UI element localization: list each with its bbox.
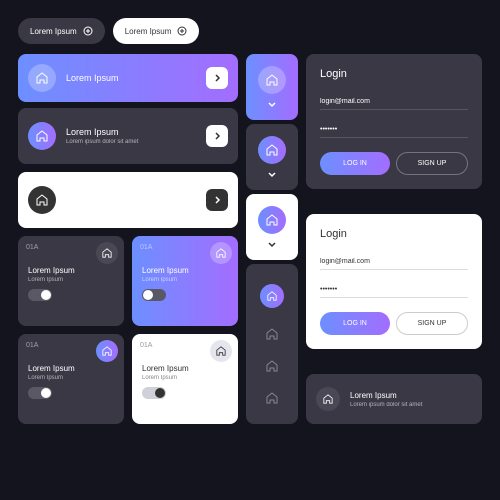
chevron-right-icon — [213, 74, 221, 82]
pill-label: Lorem Ipsum — [125, 27, 172, 36]
toggle[interactable] — [28, 289, 52, 301]
home-icon-circle[interactable] — [260, 284, 284, 308]
card-sub: Lorem ipsum dolor sit amet — [66, 203, 138, 209]
card-title: Lorem Ipsum — [28, 364, 114, 373]
card-title: Lorem Ipsum — [66, 127, 138, 137]
icon-tile-gradient[interactable] — [246, 54, 298, 120]
signup-button[interactable]: SIGN UP — [396, 312, 468, 335]
tag: 01A — [26, 244, 38, 251]
chevron-box[interactable] — [206, 67, 228, 89]
pill-dark[interactable]: Lorem Ipsum — [18, 18, 105, 44]
home-icon-circle — [210, 242, 232, 264]
home-icon-circle — [28, 122, 56, 150]
login-button[interactable]: LOG IN — [320, 312, 390, 335]
tag: 01A — [140, 342, 152, 349]
login-card-light: Login LOG IN SIGN UP — [306, 214, 482, 349]
card-sub: Lorem Ipsum — [28, 375, 114, 381]
pill-light[interactable]: Lorem Ipsum — [113, 18, 200, 44]
toggle[interactable] — [142, 289, 166, 301]
home-icon — [266, 74, 278, 86]
feature-card[interactable]: 01A Lorem Ipsum Lorem Ipsum — [18, 334, 124, 424]
card-sub: Lorem ipsum dolor sit amet — [350, 402, 422, 408]
home-icon[interactable] — [266, 392, 278, 404]
login-title: Login — [320, 228, 468, 240]
home-icon-circle — [258, 66, 286, 94]
home-icon-circle — [28, 64, 56, 92]
toggle[interactable] — [142, 387, 166, 399]
home-icon — [36, 72, 48, 84]
home-icon — [102, 248, 112, 258]
card-sub: Lorem Ipsum — [142, 277, 228, 283]
card-title: Lorem Ipsum — [350, 391, 422, 400]
login-card-dark: Login LOG IN SIGN UP — [306, 54, 482, 189]
wide-card-dark[interactable]: Lorem Ipsum Lorem ipsum dolor sit amet — [18, 108, 238, 164]
home-icon-circle — [258, 136, 286, 164]
chevron-box[interactable] — [206, 125, 228, 147]
home-icon-circle — [96, 340, 118, 362]
chevron-right-icon — [213, 132, 221, 140]
card-title: Lorem Ipsum — [66, 73, 119, 83]
tag: 01A — [140, 244, 152, 251]
wide-card-gradient[interactable]: Lorem Ipsum — [18, 54, 238, 102]
home-icon — [36, 194, 48, 206]
card-title: Lorem Ipsum — [66, 191, 138, 201]
home-icon-circle — [258, 206, 286, 234]
feature-card[interactable]: 01A Lorem Ipsum Lorem Ipsum — [132, 236, 238, 326]
signup-button[interactable]: SIGN UP — [396, 152, 468, 175]
home-icon — [216, 346, 226, 356]
feature-card[interactable]: 01A Lorem Ipsum Lorem Ipsum — [18, 236, 124, 326]
card-sub: Lorem Ipsum — [142, 375, 228, 381]
home-icon — [266, 144, 278, 156]
plus-circle-icon — [177, 26, 187, 36]
home-icon — [323, 394, 333, 404]
chevron-down-icon — [268, 100, 276, 108]
card-sub: Lorem Ipsum — [28, 277, 114, 283]
home-icon — [267, 291, 277, 301]
login-button[interactable]: LOG IN — [320, 152, 390, 175]
login-title: Login — [320, 68, 468, 80]
password-field[interactable] — [320, 122, 468, 138]
password-field[interactable] — [320, 282, 468, 298]
email-field[interactable] — [320, 254, 468, 270]
wide-card-light[interactable]: Lorem Ipsum Lorem ipsum dolor sit amet — [18, 172, 238, 228]
card-title: Lorem Ipsum — [142, 364, 228, 373]
email-field[interactable] — [320, 94, 468, 110]
card-title: Lorem Ipsum — [28, 266, 114, 275]
home-icon-circle — [28, 186, 56, 214]
pill-label: Lorem Ipsum — [30, 27, 77, 36]
home-icon-circle — [210, 340, 232, 362]
wide-card-dark-bottom[interactable]: Lorem Ipsum Lorem ipsum dolor sit amet — [306, 374, 482, 424]
home-icon-circle — [316, 387, 340, 411]
plus-circle-icon — [83, 26, 93, 36]
tag: 01A — [26, 342, 38, 349]
chevron-down-icon — [268, 170, 276, 178]
chevron-box[interactable] — [206, 189, 228, 211]
home-icon — [216, 248, 226, 258]
card-title: Lorem Ipsum — [142, 266, 228, 275]
chevron-right-icon — [213, 196, 221, 204]
home-icon[interactable] — [266, 328, 278, 340]
icon-tile-light[interactable] — [246, 194, 298, 260]
icon-tile-dark[interactable] — [246, 124, 298, 190]
home-icon — [102, 346, 112, 356]
home-icon — [266, 214, 278, 226]
icon-strip — [246, 264, 298, 424]
home-icon[interactable] — [266, 360, 278, 372]
toggle[interactable] — [28, 387, 52, 399]
home-icon-circle — [96, 242, 118, 264]
chevron-down-icon — [268, 240, 276, 248]
home-icon — [36, 130, 48, 142]
card-sub: Lorem ipsum dolor sit amet — [66, 139, 138, 145]
feature-card[interactable]: 01A Lorem Ipsum Lorem Ipsum — [132, 334, 238, 424]
